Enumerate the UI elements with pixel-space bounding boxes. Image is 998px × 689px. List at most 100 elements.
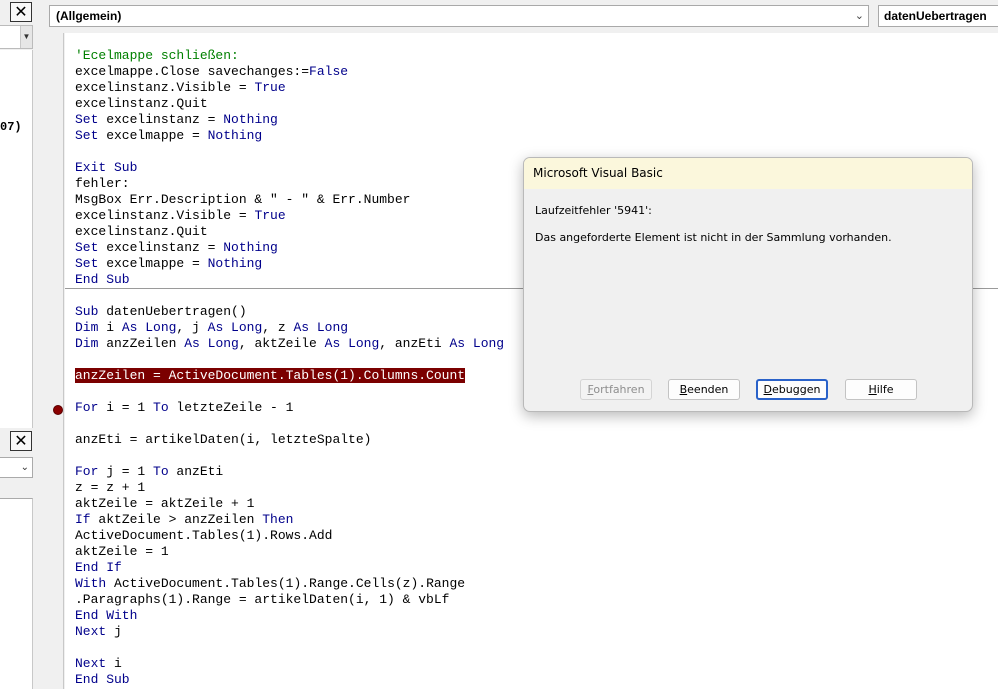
code-token: excelinstanz.Quit [75,224,208,239]
code-token: Sub [75,304,99,319]
chevron-down-icon[interactable]: ⌄ [855,6,864,26]
code-token: As Long [184,336,239,351]
code-token: datenUebertragen() [98,304,247,319]
continue-button[interactable]: Fortfahren [580,379,652,400]
code-token: Dim [75,320,99,335]
object-selector-combo[interactable]: (Allgemein) ⌄ [49,5,869,27]
code-line[interactable]: excelmappe.Close savechanges:=False [75,64,348,80]
left-docked-panels: ✕ ▼ 07) ✕ ⌄ [0,0,37,689]
code-token: For [75,464,99,479]
debug-button-label: ebuggen [772,383,821,396]
code-line[interactable]: Set excelinstanz = Nothing [75,112,278,128]
continue-button-label: ortfahren [593,383,645,396]
code-token: Set [75,128,99,143]
code-line[interactable]: Next i [75,656,122,672]
code-line[interactable]: excelinstanz.Visible = True [75,80,286,96]
properties-pane[interactable] [0,498,33,689]
code-line[interactable]: excelinstanz.Quit [75,224,208,240]
code-line[interactable]: ActiveDocument.Tables(1).Rows.Add [75,528,332,544]
runtime-error-dialog: Microsoft Visual Basic Laufzeitfehler '5… [523,157,973,412]
project-tree-item[interactable]: 07) [0,120,22,134]
code-line[interactable]: Exit Sub [75,160,137,176]
code-line[interactable]: excelinstanz.Visible = True [75,208,286,224]
debug-button[interactable]: Debuggen [756,379,828,400]
code-token: excelmappe = [98,128,208,143]
code-line[interactable]: aktZeile = aktZeile + 1 [75,496,254,512]
object-selector-value: (Allgemein) [56,9,122,23]
code-line[interactable]: Next j [75,624,122,640]
code-line[interactable]: End Sub [75,272,130,288]
code-line[interactable]: excelinstanz.Quit [75,96,208,112]
code-token: Dim [75,336,99,351]
code-line[interactable]: aktZeile = 1 [75,544,169,560]
code-token: If [75,512,91,527]
code-line[interactable]: Sub datenUebertragen() [75,304,247,320]
chevron-down-icon[interactable]: ⌄ [21,462,29,473]
code-line[interactable]: Dim anzZeilen As Long, aktZeile As Long,… [75,336,504,352]
properties-object-combo[interactable]: ⌄ [0,457,33,478]
dialog-title[interactable]: Microsoft Visual Basic [524,158,972,189]
code-token: fehler: [75,176,130,191]
code-line[interactable]: Set excelmappe = Nothing [75,128,262,144]
code-token: excelinstanz.Visible = [75,208,255,223]
code-line[interactable]: 'Ecelmappe schließen: [75,48,239,64]
chevron-down-icon[interactable]: ▼ [20,26,32,48]
project-explorer-pane[interactable]: 07) [0,50,33,428]
breakpoint-icon[interactable] [53,405,63,415]
code-token: End Sub [75,672,130,687]
code-line[interactable]: Set excelinstanz = Nothing [75,240,278,256]
code-line[interactable]: Set excelmappe = Nothing [75,256,262,272]
code-token: anzEti [168,464,224,479]
code-line[interactable]: anzEti = artikelDaten(i, letzteSpalte) [75,432,371,448]
code-line[interactable]: MsgBox Err.Description & " - " & Err.Num… [75,192,410,208]
code-token: anzZeilen [98,336,185,351]
code-token: aktZeile = 1 [75,544,169,559]
code-token: For [75,400,99,415]
code-token: .Paragraphs(1).Range = artikelDaten(i, 1… [75,592,450,607]
project-pane-combo[interactable]: ▼ [0,25,33,49]
code-token: j = 1 [98,464,154,479]
code-line[interactable]: Dim i As Long, j As Long, z As Long [75,320,348,336]
code-token: End Sub [75,272,130,287]
help-button-label: ilfe [876,383,894,396]
code-line[interactable]: anzZeilen = ActiveDocument.Tables(1).Col… [75,368,466,384]
code-line[interactable]: With ActiveDocument.Tables(1).Range.Cell… [75,576,465,592]
code-token: i = 1 [98,400,154,415]
end-button[interactable]: Beenden [668,379,740,400]
code-line[interactable]: z = z + 1 [75,480,145,496]
error-message: Das angeforderte Element ist nicht in de… [535,231,892,244]
end-button-label: eenden [687,383,729,396]
code-token: excelinstanz.Visible = [75,80,255,95]
code-line[interactable]: For i = 1 To letzteZeile - 1 [75,400,293,416]
code-token: Set [75,240,99,255]
code-token: As Long [121,320,177,335]
code-token: As Long [449,336,505,351]
code-token: ActiveDocument.Tables(1).Range.Cells(z).… [106,576,466,591]
code-line[interactable]: fehler: [75,176,130,192]
code-line[interactable]: End Sub [75,672,130,688]
help-button[interactable]: Hilfe [845,379,917,400]
code-token: excelinstanz = [98,112,224,127]
code-token: z = z + 1 [75,480,146,495]
code-line[interactable]: End If [75,560,122,576]
error-code-label: Laufzeitfehler '5941': [535,204,652,217]
error-highlighted-statement: anzZeilen = ActiveDocument.Tables(1).Col… [75,368,466,383]
code-margin-indicator-bar[interactable] [42,33,64,689]
code-token: False [309,64,349,79]
code-token: excelmappe.Close savechanges:= [75,64,310,79]
code-line[interactable]: For j = 1 To anzEti [75,464,223,480]
code-token: excelinstanz.Quit [75,96,208,111]
project-pane-close-icon[interactable]: ✕ [10,2,32,22]
properties-pane-close-icon[interactable]: ✕ [10,431,32,451]
code-token: aktZeile > anzZeilen [90,512,263,527]
code-line[interactable]: .Paragraphs(1).Range = artikelDaten(i, 1… [75,592,449,608]
code-token: , j [176,320,208,335]
code-line[interactable]: If aktZeile > anzZeilen Then [75,512,293,528]
code-line[interactable]: End With [75,608,137,624]
code-token: True [254,80,286,95]
code-token: Nothing [207,128,263,143]
procedure-selector-combo[interactable]: datenUebertragen [878,5,998,27]
code-token: 'Ecelmappe schließen: [75,48,239,63]
code-token: To [153,464,169,479]
code-token: anzEti = artikelDaten(i, letzteSpalte) [75,432,372,447]
